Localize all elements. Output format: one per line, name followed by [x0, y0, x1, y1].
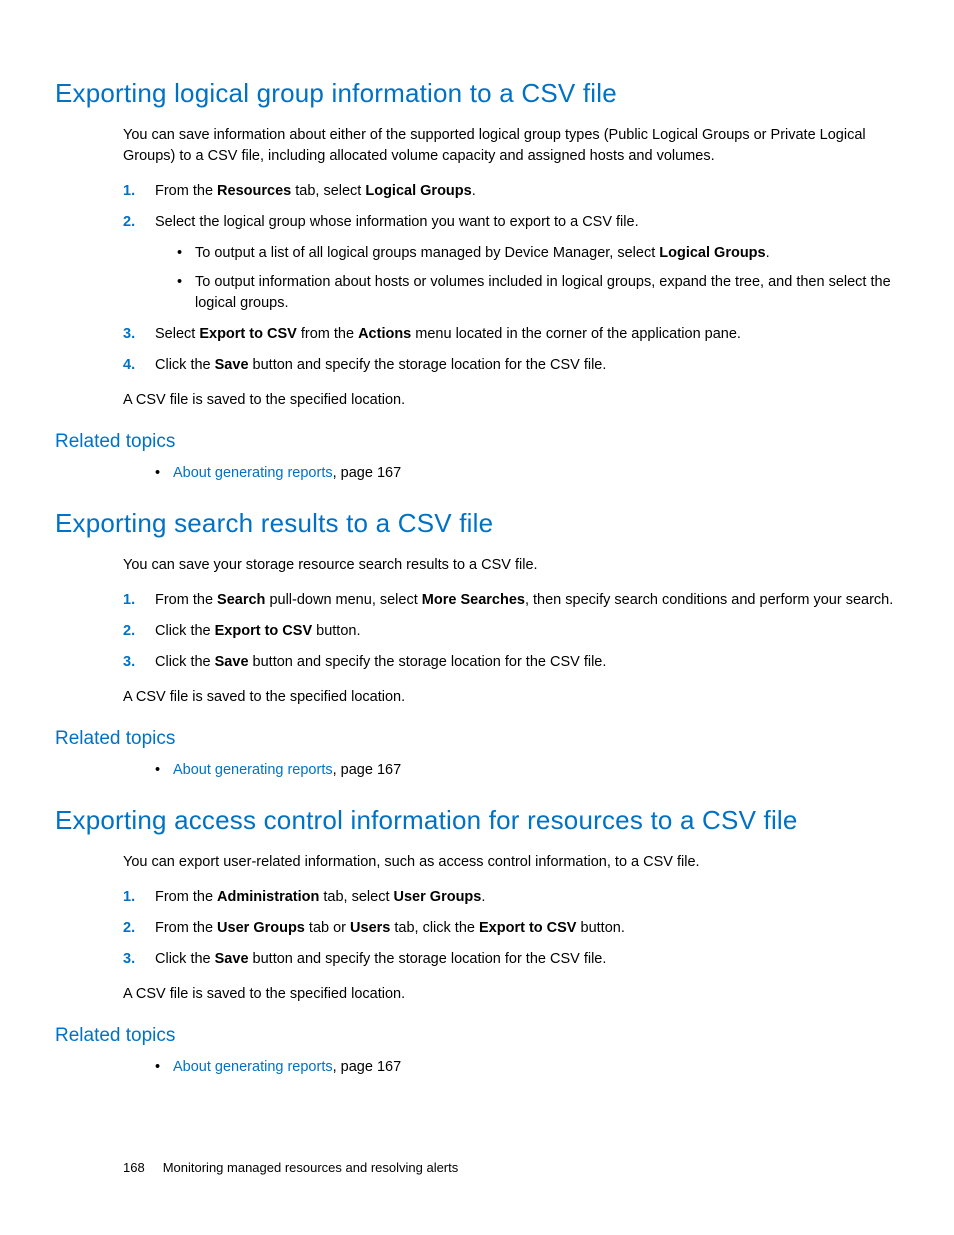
- related-topics-heading: Related topics: [55, 1025, 894, 1047]
- step-number: 2.: [123, 918, 147, 939]
- step-text: Click the Save button and specify the st…: [155, 357, 606, 373]
- step-number: 3.: [123, 324, 147, 345]
- section3-steps: 1. From the Administration tab, select U…: [123, 887, 894, 970]
- section1-step3: 3. Select Export to CSV from the Actions…: [123, 324, 894, 345]
- related-list: About generating reports, page 167: [123, 463, 894, 484]
- section3-related: About generating reports, page 167: [123, 1057, 894, 1078]
- section2-body: You can save your storage resource searc…: [123, 555, 894, 708]
- related-list: About generating reports, page 167: [123, 760, 894, 781]
- page-footer: 168 Monitoring managed resources and reso…: [123, 1160, 458, 1175]
- step-number: 1.: [123, 181, 147, 202]
- related-item: About generating reports, page 167: [155, 760, 894, 781]
- section1-outro: A CSV file is saved to the specified loc…: [123, 390, 894, 411]
- section1-intro: You can save information about either of…: [123, 125, 894, 167]
- heading-exporting-search-results: Exporting search results to a CSV file: [55, 508, 894, 539]
- related-suffix: , page 167: [333, 465, 402, 481]
- list-item: To output information about hosts or vol…: [177, 272, 894, 314]
- related-item: About generating reports, page 167: [155, 1057, 894, 1078]
- related-topics-heading: Related topics: [55, 431, 894, 453]
- section2-step2: 2. Click the Export to CSV button.: [123, 621, 894, 642]
- link-about-generating-reports[interactable]: About generating reports: [173, 465, 333, 481]
- section2-steps: 1. From the Search pull-down menu, selec…: [123, 590, 894, 673]
- section2-related: About generating reports, page 167: [123, 760, 894, 781]
- step-number: 1.: [123, 887, 147, 908]
- section1-step2: 2. Select the logical group whose inform…: [123, 212, 894, 314]
- step-number: 1.: [123, 590, 147, 611]
- section3-body: You can export user-related information,…: [123, 852, 894, 1005]
- section3-step3: 3. Click the Save button and specify the…: [123, 949, 894, 970]
- section1-step4: 4. Click the Save button and specify the…: [123, 355, 894, 376]
- list-item: To output a list of all logical groups m…: [177, 243, 894, 264]
- related-suffix: , page 167: [333, 762, 402, 778]
- step-text: Click the Export to CSV button.: [155, 623, 361, 639]
- step-text: Click the Save button and specify the st…: [155, 654, 606, 670]
- section1-steps: 1. From the Resources tab, select Logica…: [123, 181, 894, 376]
- link-about-generating-reports[interactable]: About generating reports: [173, 762, 333, 778]
- link-about-generating-reports[interactable]: About generating reports: [173, 1059, 333, 1075]
- section1-step2-sub: To output a list of all logical groups m…: [177, 243, 894, 314]
- related-list: About generating reports, page 167: [123, 1057, 894, 1078]
- section2-step1: 1. From the Search pull-down menu, selec…: [123, 590, 894, 611]
- step-text: From the User Groups tab or Users tab, c…: [155, 920, 625, 936]
- related-item: About generating reports, page 167: [155, 463, 894, 484]
- step-number: 3.: [123, 949, 147, 970]
- page: Exporting logical group information to a…: [0, 0, 954, 1235]
- step-number: 2.: [123, 212, 147, 233]
- page-number: 168: [123, 1160, 145, 1175]
- step-text: Select Export to CSV from the Actions me…: [155, 326, 741, 342]
- step-number: 4.: [123, 355, 147, 376]
- step-text: Select the logical group whose informati…: [155, 214, 639, 230]
- step-text: From the Search pull-down menu, select M…: [155, 592, 893, 608]
- step-text: Click the Save button and specify the st…: [155, 951, 606, 967]
- section2-outro: A CSV file is saved to the specified loc…: [123, 687, 894, 708]
- related-suffix: , page 167: [333, 1059, 402, 1075]
- section3-outro: A CSV file is saved to the specified loc…: [123, 984, 894, 1005]
- footer-title: Monitoring managed resources and resolvi…: [163, 1160, 459, 1175]
- step-number: 2.: [123, 621, 147, 642]
- heading-exporting-logical-group: Exporting logical group information to a…: [55, 78, 894, 109]
- heading-exporting-access-control: Exporting access control information for…: [55, 805, 894, 836]
- section1-related: About generating reports, page 167: [123, 463, 894, 484]
- section1-body: You can save information about either of…: [123, 125, 894, 411]
- section3-step2: 2. From the User Groups tab or Users tab…: [123, 918, 894, 939]
- section1-step1: 1. From the Resources tab, select Logica…: [123, 181, 894, 202]
- step-number: 3.: [123, 652, 147, 673]
- related-topics-heading: Related topics: [55, 728, 894, 750]
- step-text: From the Resources tab, select Logical G…: [155, 183, 476, 199]
- step-text: From the Administration tab, select User…: [155, 889, 485, 905]
- section2-step3: 3. Click the Save button and specify the…: [123, 652, 894, 673]
- section3-intro: You can export user-related information,…: [123, 852, 894, 873]
- section3-step1: 1. From the Administration tab, select U…: [123, 887, 894, 908]
- section2-intro: You can save your storage resource searc…: [123, 555, 894, 576]
